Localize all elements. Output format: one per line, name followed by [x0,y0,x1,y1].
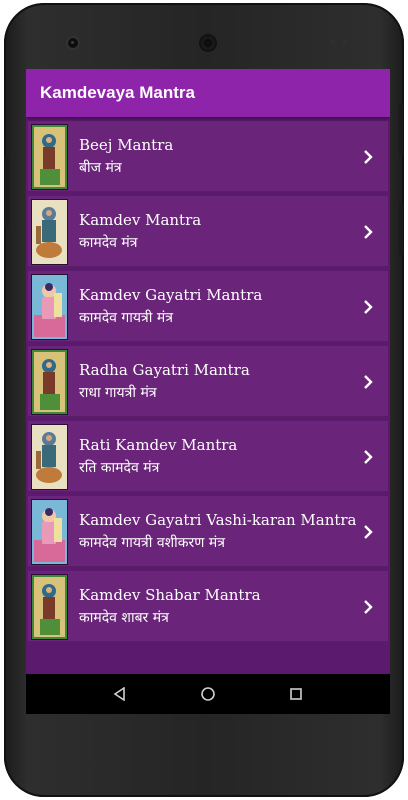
home-icon [201,687,215,701]
app-bar: Kamdevaya Mantra [26,69,390,117]
back-icon [113,687,125,701]
chevron-right-icon [364,599,373,614]
pink-deity-image [31,498,68,565]
recents-icon [290,688,302,700]
mantra-title: Kamdev Gayatri Mantra [79,285,263,304]
pink-deity-image [31,273,68,340]
chevron-right-icon [364,299,373,314]
list-item[interactable]: Kamdev Gayatri Mantra कामदेव गायत्री मंत… [28,271,388,342]
earpiece-speaker [199,34,217,52]
list-item[interactable]: Kamdev Shabar Mantra कामदेव शाबर मंत्र [28,571,388,642]
mantra-title: Radha Gayatri Mantra [79,360,250,379]
mantra-subtitle: कामदेव गायत्री वशीकरण मंत्र [79,534,225,551]
home-button[interactable] [198,684,218,704]
list-item[interactable]: Kamdev Mantra कामदेव मंत्र [28,196,388,267]
mantra-title: Beej Mantra [79,135,174,154]
list-item[interactable]: Kamdev Gayatri Vashi-karan Mantra कामदेव… [28,496,388,567]
chevron-right-icon [364,449,373,464]
app-title: Kamdevaya Mantra [40,83,195,102]
mantra-title: Kamdev Mantra [79,210,202,229]
phone-frame: Kamdevaya Mantra Beej Mantra बीज मंत्र K… [4,3,404,797]
mantra-subtitle: कामदेव मंत्र [79,234,138,251]
mantra-subtitle: कामदेव गायत्री मंत्र [79,309,173,326]
mantra-title: Kamdev Gayatri Vashi-karan Mantra [79,510,357,529]
green-deity-image [31,348,68,415]
power-button [399,103,403,155]
blue-deity-image [31,423,68,490]
mantra-subtitle: बीज मंत्र [79,159,122,176]
mantra-subtitle: रति कामदेव मंत्र [79,459,160,476]
proximity-sensor [330,40,335,45]
front-camera [68,38,78,48]
mantra-subtitle: कामदेव शाबर मंत्र [79,609,169,626]
list-item[interactable]: Beej Mantra बीज मंत्र [28,121,388,192]
light-sensor [342,40,347,45]
back-button[interactable] [110,684,130,704]
chevron-right-icon [364,224,373,239]
list-item[interactable]: Rati Kamdev Mantra रति कामदेव मंत्र [28,421,388,492]
blue-deity-image [31,198,68,265]
mantra-title: Kamdev Shabar Mantra [79,585,261,604]
mantra-subtitle: राधा गायत्री मंत्र [79,384,157,401]
navigation-bar [26,674,390,714]
green-deity-image [31,123,68,190]
list-item[interactable]: Radha Gayatri Mantra राधा गायत्री मंत्र [28,346,388,417]
app-screen: Kamdevaya Mantra Beej Mantra बीज मंत्र K… [26,69,390,714]
recents-button[interactable] [286,684,306,704]
volume-button [5,157,9,227]
mantra-list: Beej Mantra बीज मंत्र Kamdev Mantra कामद… [26,117,390,674]
chevron-right-icon [364,374,373,389]
chevron-right-icon [364,149,373,164]
chevron-right-icon [364,524,373,539]
green-deity-image [31,573,68,640]
mantra-title: Rati Kamdev Mantra [79,435,238,454]
side-button [399,203,403,255]
